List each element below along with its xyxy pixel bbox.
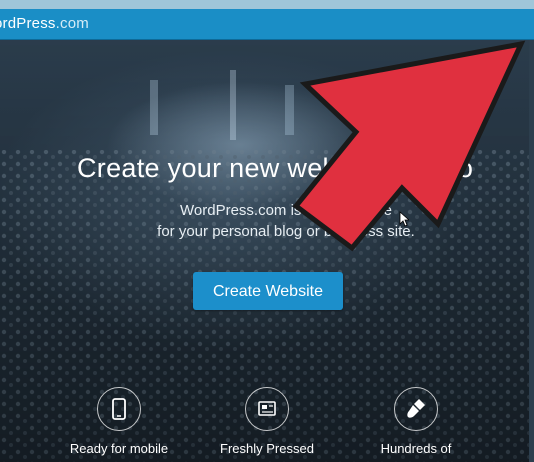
- newspaper-icon: [245, 387, 289, 431]
- feature-ready-for-mobile: Ready for mobile: [44, 387, 194, 456]
- subtitle-line-2: for your personal blog or business site.: [157, 223, 415, 240]
- top-bar: ordPress.com: [0, 9, 534, 40]
- mobile-icon: [97, 387, 141, 431]
- subtitle-line-1: WordPress.com is th place: [180, 202, 392, 219]
- feature-hundreds-of-themes: Hundreds of: [341, 387, 491, 456]
- mouse-cursor-icon: [399, 211, 409, 227]
- brand-suffix: .com: [55, 15, 89, 32]
- feature-label: Ready for mobile: [69, 441, 169, 456]
- feature-label: Freshly Pressed: [220, 441, 314, 456]
- hero-subtitle: WordPress.com is th place for your person…: [96, 200, 476, 242]
- feature-freshly-pressed: Freshly Pressed: [192, 387, 342, 456]
- paintbrush-icon: [394, 387, 438, 431]
- window-scrollbar[interactable]: [529, 40, 534, 462]
- hero-section: Create your new web o WordPress.com is th…: [0, 40, 534, 462]
- page-headline: Create your new web o: [77, 153, 474, 183]
- feature-label: Hundreds of: [380, 441, 452, 456]
- site-logo[interactable]: ordPress.com: [0, 15, 89, 32]
- create-website-button[interactable]: Create Website: [193, 272, 343, 310]
- brand-name: ordPress: [0, 15, 56, 32]
